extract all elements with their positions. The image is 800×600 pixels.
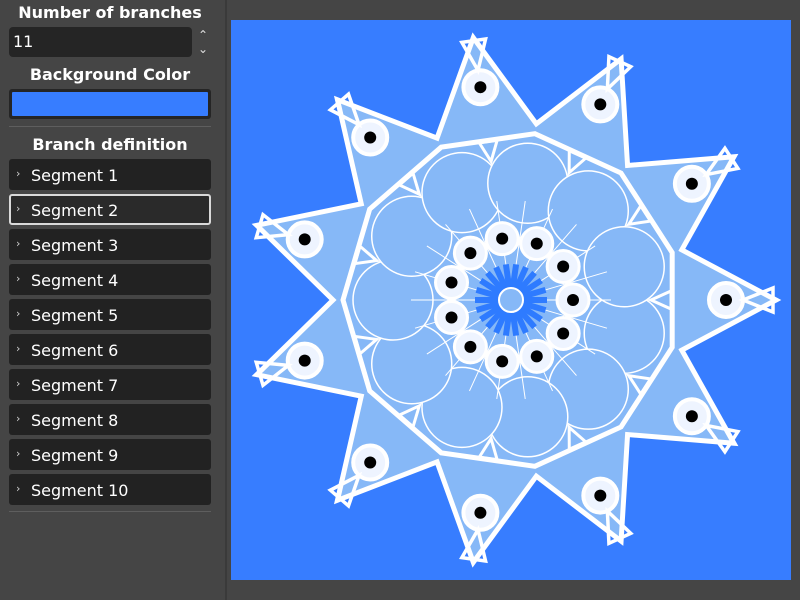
segment-label: Segment 3 <box>31 236 119 255</box>
inner-dot <box>567 294 579 306</box>
segment-item[interactable]: › Segment 9 <box>9 439 211 470</box>
segment-label: Segment 2 <box>31 201 119 220</box>
center-hub <box>498 287 524 313</box>
inner-dot <box>496 232 509 245</box>
segment-label: Segment 1 <box>31 166 119 185</box>
outer-dot <box>474 506 487 519</box>
chevron-right-icon: › <box>16 342 21 355</box>
outer-dot <box>364 131 377 144</box>
mandala-drawing <box>231 20 791 580</box>
separator <box>9 126 211 127</box>
chevron-right-icon: › <box>16 237 21 250</box>
panel-divider <box>225 0 227 600</box>
segment-item[interactable]: › Segment 2 <box>9 194 211 225</box>
outer-dot <box>298 233 311 246</box>
branches-value[interactable]: 11 <box>13 32 33 51</box>
separator <box>9 511 211 512</box>
outer-dot <box>594 98 607 111</box>
inner-dot <box>496 355 509 368</box>
segment-label: Segment 4 <box>31 271 119 290</box>
outer-dot <box>364 456 377 469</box>
center-spoke <box>509 311 520 337</box>
segment-label: Segment 10 <box>31 481 129 500</box>
segment-item[interactable]: › Segment 3 <box>9 229 211 260</box>
inner-dot <box>445 276 458 289</box>
outer-dot <box>298 354 311 367</box>
segment-item[interactable]: › Segment 10 <box>9 474 211 505</box>
outer-dot <box>594 489 607 502</box>
chevron-right-icon: › <box>16 482 21 495</box>
background-color-label: Background Color <box>29 65 191 84</box>
inner-dot <box>530 350 543 363</box>
chevron-right-icon: › <box>16 167 21 180</box>
inner-dot <box>445 311 458 324</box>
background-color-swatch <box>12 92 208 116</box>
segment-item[interactable]: › Segment 4 <box>9 264 211 295</box>
chevron-right-icon: › <box>16 447 21 460</box>
segment-label: Segment 6 <box>31 341 119 360</box>
segment-label: Segment 7 <box>31 376 119 395</box>
chevron-right-icon: › <box>16 307 21 320</box>
segment-item[interactable]: › Segment 7 <box>9 369 211 400</box>
petal-blob <box>583 226 665 308</box>
inner-dot <box>557 327 570 340</box>
outer-dot <box>720 294 732 306</box>
outer-dot <box>474 81 487 94</box>
branches-spinbox[interactable]: 11 <box>9 27 192 57</box>
center-spoke <box>502 263 513 289</box>
outer-dot <box>685 410 698 423</box>
segment-item[interactable]: › Segment 1 <box>9 159 211 190</box>
inner-dot <box>464 247 477 260</box>
segment-label: Segment 9 <box>31 446 119 465</box>
chevron-right-icon: › <box>16 377 21 390</box>
inner-dot <box>530 237 543 250</box>
segment-label: Segment 5 <box>31 306 119 325</box>
spin-down-icon[interactable]: ⌄ <box>195 42 211 56</box>
inner-dot <box>557 260 570 273</box>
branch-definition-label: Branch definition <box>32 135 188 154</box>
background-color-picker[interactable] <box>9 89 211 119</box>
chevron-right-icon: › <box>16 272 21 285</box>
mandala-canvas <box>231 20 791 580</box>
segment-label: Segment 8 <box>31 411 119 430</box>
inner-dot <box>464 340 477 353</box>
outer-dot <box>685 177 698 190</box>
segment-item[interactable]: › Segment 8 <box>9 404 211 435</box>
chevron-right-icon: › <box>16 202 21 215</box>
sidebar: Number of branches 11 ⌃ ⌄ Background Col… <box>0 0 225 600</box>
segment-item[interactable]: › Segment 5 <box>9 299 211 330</box>
spin-up-icon[interactable]: ⌃ <box>195 28 211 42</box>
chevron-right-icon: › <box>16 412 21 425</box>
number-of-branches-label: Number of branches <box>18 3 202 22</box>
segment-item[interactable]: › Segment 6 <box>9 334 211 365</box>
